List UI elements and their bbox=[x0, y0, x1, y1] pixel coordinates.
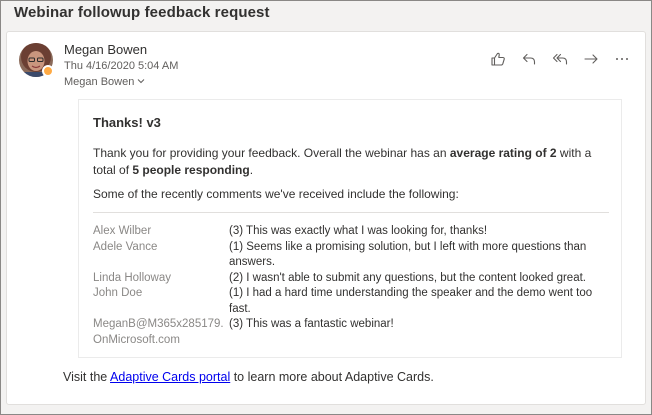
sent-date: Thu 4/16/2020 5:04 AM bbox=[64, 60, 179, 72]
comment-row: Linda Holloway (2) I wasn't able to subm… bbox=[93, 271, 613, 287]
email-subject: Webinar followup feedback request bbox=[14, 4, 270, 21]
summary-rating: average rating of 2 bbox=[449, 146, 557, 160]
feedback-summary: Thank you for providing your feedback. O… bbox=[93, 145, 603, 179]
message-actions bbox=[488, 49, 631, 68]
presence-away-icon bbox=[42, 65, 54, 77]
adaptive-cards-portal-link[interactable]: Adaptive Cards portal bbox=[110, 370, 230, 384]
message-card: Megan Bowen Thu 4/16/2020 5:04 AM Megan … bbox=[6, 31, 646, 405]
divider bbox=[93, 212, 609, 213]
like-icon[interactable] bbox=[488, 49, 507, 68]
comment-text: (1) I had a hard time understanding the … bbox=[229, 287, 593, 315]
comment-text: (1) Seems like a promising solution, but… bbox=[229, 240, 587, 269]
commenter-name: Adele Vance bbox=[93, 240, 158, 253]
summary-count: 5 people responding bbox=[132, 163, 250, 177]
forward-icon[interactable] bbox=[581, 49, 600, 68]
reply-icon[interactable] bbox=[519, 49, 538, 68]
comments-table: Alex Wilber (3) This was exactly what I … bbox=[93, 224, 613, 348]
more-icon[interactable] bbox=[612, 49, 631, 68]
footer-suffix: to learn more about Adaptive Cards. bbox=[230, 370, 434, 384]
comment-row: MeganB@M365x285179.OnMicrosoft.com (3) T… bbox=[93, 317, 613, 348]
commenter-name: John Doe bbox=[93, 287, 143, 299]
commenter-name: MeganB@M365x285179.OnMicrosoft.com bbox=[93, 318, 224, 346]
reading-pane: Webinar followup feedback request Megan … bbox=[0, 0, 652, 415]
comment-text: (3) This was exactly what I was looking … bbox=[229, 225, 488, 237]
commenter-name: Alex Wilber bbox=[93, 225, 152, 237]
reply-all-icon[interactable] bbox=[550, 49, 569, 68]
chevron-down-icon[interactable] bbox=[137, 77, 145, 87]
summary-suffix: . bbox=[249, 163, 254, 177]
footer-text: Visit the Adaptive Cards portal to learn… bbox=[63, 370, 434, 384]
summary-prefix: Thank you for providing your feedback. O… bbox=[93, 146, 450, 160]
comment-row: Alex Wilber (3) This was exactly what I … bbox=[93, 224, 613, 240]
sender-name[interactable]: Megan Bowen bbox=[64, 42, 147, 57]
comment-row: John Doe (1) I had a hard time understan… bbox=[93, 286, 613, 317]
comment-text: (2) I wasn't able to submit any question… bbox=[229, 271, 586, 284]
recipient-name: Megan Bowen bbox=[64, 76, 135, 88]
card-title: Thanks! v3 bbox=[93, 115, 161, 130]
adaptive-card: Thanks! v3 Thank you for providing your … bbox=[78, 99, 622, 358]
commenter-name: Linda Holloway bbox=[93, 271, 171, 284]
footer-prefix: Visit the bbox=[63, 370, 111, 384]
comment-text: (3) This was a fantastic webinar! bbox=[229, 318, 394, 330]
comments-intro: Some of the recently comments we've rece… bbox=[93, 187, 459, 201]
comment-row: Adele Vance (1) Seems like a promising s… bbox=[93, 240, 613, 271]
recipients-line[interactable]: Megan Bowen bbox=[64, 76, 145, 88]
